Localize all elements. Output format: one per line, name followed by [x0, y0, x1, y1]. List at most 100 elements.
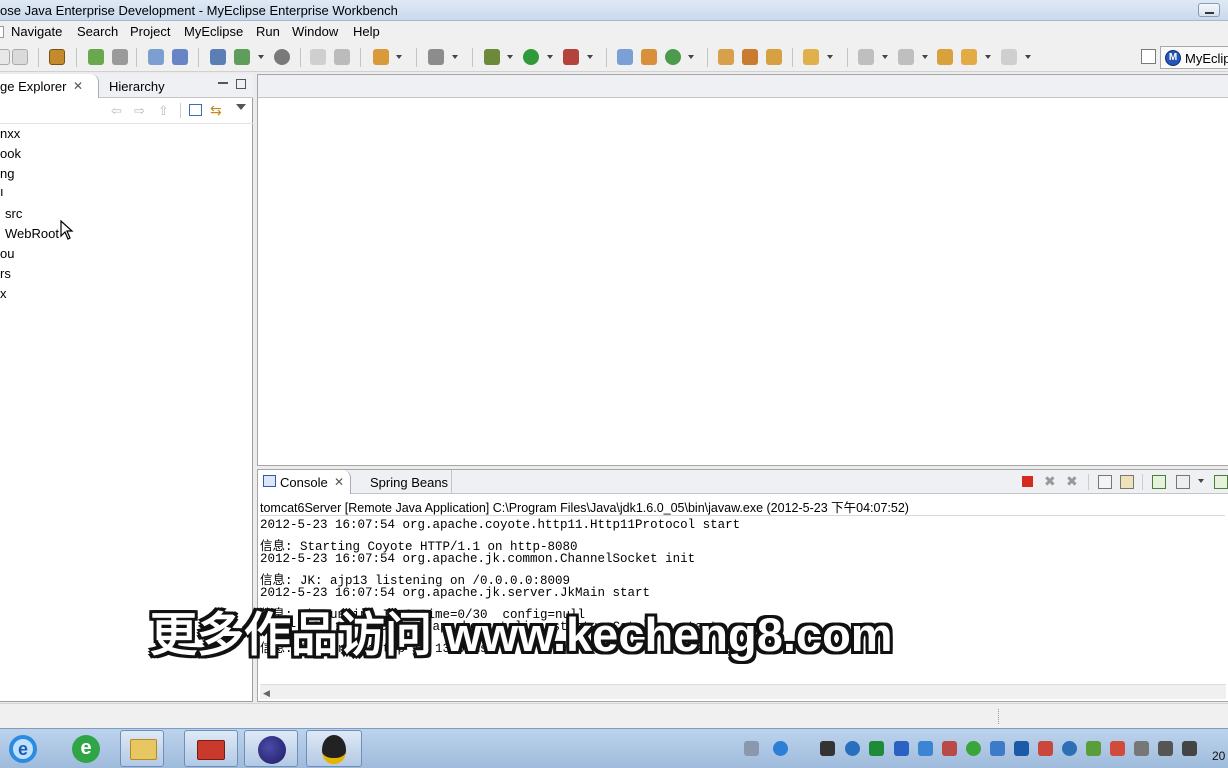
- terminate-icon[interactable]: [1022, 476, 1033, 487]
- forward-icon[interactable]: [1001, 49, 1017, 65]
- tree-item[interactable]: ou: [0, 246, 14, 261]
- taskbar-internet-explorer[interactable]: e: [64, 730, 108, 767]
- shield-icon[interactable]: [894, 741, 909, 756]
- horizontal-scrollbar[interactable]: ◀: [260, 684, 1226, 699]
- tree-item[interactable]: x: [0, 286, 7, 301]
- tab-package-explorer[interactable]: ge Explorer ✕: [0, 74, 99, 98]
- scroll-left-icon[interactable]: ◀: [263, 688, 270, 699]
- back-arrow-icon[interactable]: ⇦: [111, 103, 122, 119]
- menu-navigate[interactable]: Navigate: [11, 24, 62, 39]
- dropdown-arrow-icon[interactable]: [396, 55, 402, 59]
- tray-app-icon[interactable]: [869, 741, 884, 756]
- back-icon[interactable]: [961, 49, 977, 65]
- tree-item[interactable]: ook: [0, 146, 21, 161]
- tree-item[interactable]: nxx: [0, 126, 20, 141]
- last-edit-icon[interactable]: [937, 49, 953, 65]
- view-menu-icon[interactable]: [236, 104, 246, 110]
- tray-app-icon[interactable]: [820, 741, 835, 756]
- pin-console-icon[interactable]: [1152, 475, 1166, 489]
- tray-app-icon[interactable]: [1038, 741, 1053, 756]
- tray-app-icon[interactable]: [942, 741, 957, 756]
- volume-icon[interactable]: [1182, 741, 1197, 756]
- run-icon[interactable]: [523, 49, 539, 65]
- print-icon[interactable]: [12, 49, 28, 65]
- new-java-project-icon[interactable]: [617, 49, 633, 65]
- folder-icon[interactable]: [803, 49, 819, 65]
- tree-item[interactable]: ng: [0, 166, 14, 181]
- start-button[interactable]: e: [0, 730, 44, 767]
- menu-help[interactable]: Help: [353, 24, 380, 39]
- tree-item[interactable]: ı: [0, 184, 4, 199]
- tab-console[interactable]: Console ✕: [258, 470, 351, 494]
- menu-project[interactable]: Project: [130, 24, 170, 39]
- tree-item-src[interactable]: src: [5, 206, 22, 221]
- menu-run[interactable]: Run: [256, 24, 280, 39]
- new-class-icon[interactable]: [665, 49, 681, 65]
- tray-app-icon[interactable]: [1062, 741, 1077, 756]
- package-icon[interactable]: [49, 49, 65, 65]
- dropdown-arrow-icon[interactable]: [1198, 479, 1204, 483]
- network-icon[interactable]: [1158, 741, 1173, 756]
- taskbar-myeclipse[interactable]: [244, 730, 298, 767]
- dropdown-arrow-icon[interactable]: [882, 55, 888, 59]
- collapse-all-icon[interactable]: [189, 104, 202, 116]
- dropdown-arrow-icon[interactable]: [827, 55, 833, 59]
- screenshot-icon[interactable]: [428, 49, 444, 65]
- tree-item[interactable]: rs: [0, 266, 11, 281]
- close-icon[interactable]: ✕: [73, 79, 83, 93]
- dropdown-arrow-icon[interactable]: [452, 55, 458, 59]
- new-icon[interactable]: [0, 49, 10, 65]
- display-console-icon[interactable]: [1176, 475, 1190, 489]
- up-icon[interactable]: ⇧: [158, 103, 169, 119]
- close-icon[interactable]: ✕: [334, 475, 344, 489]
- tray-app-icon[interactable]: [845, 741, 860, 756]
- menu-myeclipse[interactable]: MyEclipse: [184, 24, 243, 39]
- tab-hierarchy[interactable]: Hierarchy: [109, 79, 165, 94]
- new-package-icon[interactable]: [641, 49, 657, 65]
- open-file-icon[interactable]: [766, 49, 782, 65]
- editor-area[interactable]: [257, 74, 1228, 466]
- wizard-icon[interactable]: [148, 49, 164, 65]
- deploy-icon[interactable]: [112, 49, 128, 65]
- next-annotation-icon[interactable]: [858, 49, 874, 65]
- dropdown-arrow-icon[interactable]: [985, 55, 991, 59]
- search-icon[interactable]: [172, 49, 188, 65]
- forward-arrow-icon[interactable]: ⇨: [134, 103, 145, 119]
- minimize-button[interactable]: [1198, 3, 1220, 17]
- clear-console-icon[interactable]: [1098, 475, 1112, 489]
- maximize-view-icon[interactable]: [236, 79, 246, 89]
- taskbar-file-explorer[interactable]: [120, 730, 164, 767]
- dropdown-arrow-icon[interactable]: [688, 55, 694, 59]
- remove-launch-icon[interactable]: ✖: [1044, 473, 1058, 489]
- menu-search[interactable]: Search: [77, 24, 118, 39]
- open-folder-icon[interactable]: [718, 49, 734, 65]
- dropdown-arrow-icon[interactable]: [587, 55, 593, 59]
- deploy-project-icon[interactable]: [210, 49, 226, 65]
- tab-spring-beans[interactable]: Spring Beans: [370, 475, 448, 490]
- dropdown-arrow-icon[interactable]: [1025, 55, 1031, 59]
- tray-app-icon[interactable]: [1110, 741, 1125, 756]
- minimize-view-icon[interactable]: [218, 80, 228, 84]
- dropdown-arrow-icon[interactable]: [547, 55, 553, 59]
- perspective-switcher[interactable]: M MyEclips: [1160, 46, 1228, 69]
- tree-item-webroot[interactable]: WebRoot: [5, 226, 59, 241]
- taskbar-clock[interactable]: 20: [1212, 749, 1225, 763]
- tray-app-icon[interactable]: [990, 741, 1005, 756]
- previous-annotation-icon[interactable]: [898, 49, 914, 65]
- dropdown-arrow-icon[interactable]: [258, 55, 264, 59]
- scroll-lock-icon[interactable]: [1120, 475, 1134, 489]
- open-perspective-icon[interactable]: [1141, 49, 1156, 64]
- remove-all-icon[interactable]: ✖: [1066, 473, 1080, 489]
- keyboard-icon[interactable]: [744, 741, 759, 756]
- shield-icon[interactable]: [918, 741, 933, 756]
- refresh-icon[interactable]: [966, 741, 981, 756]
- open-type-icon[interactable]: [310, 49, 326, 65]
- external-tools-icon[interactable]: [563, 49, 579, 65]
- action-center-icon[interactable]: [1134, 741, 1149, 756]
- tray-app-icon[interactable]: [1086, 741, 1101, 756]
- open-console-icon[interactable]: [1214, 475, 1228, 489]
- dropdown-arrow-icon[interactable]: [922, 55, 928, 59]
- browser-icon[interactable]: [274, 49, 290, 65]
- new-wizard-icon[interactable]: [373, 49, 389, 65]
- taskbar-qq[interactable]: [306, 730, 362, 767]
